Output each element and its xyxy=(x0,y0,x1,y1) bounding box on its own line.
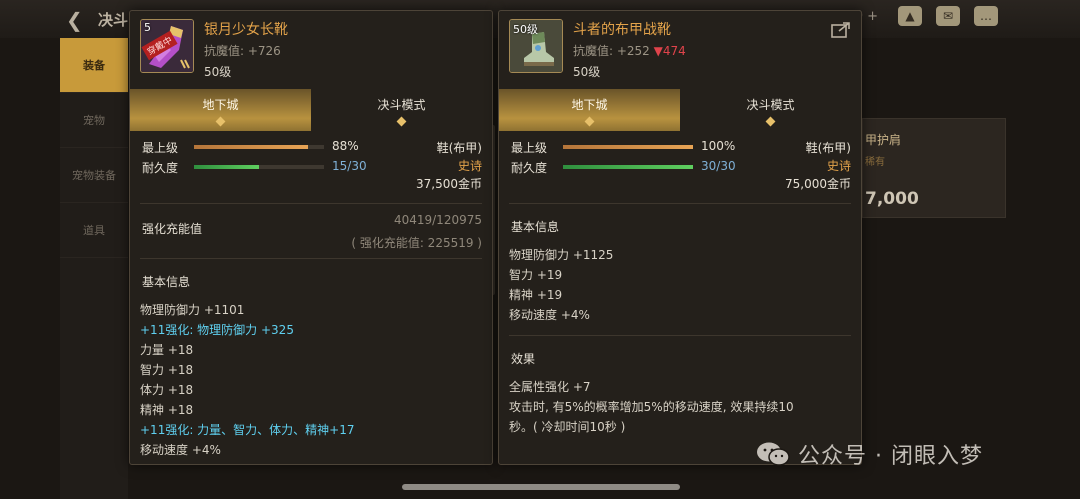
tab-duel-label: 决斗模式 xyxy=(746,98,795,112)
basic-info-list: 物理防御力 +1125 智力 +19 精神 +19 移动速度 +4% xyxy=(499,241,861,325)
max-level-label: 最上级 xyxy=(511,141,548,155)
stat-line: 力量 +18 xyxy=(140,343,194,357)
effect-line: 攻击时, 有5%的概率增加5%的移动速度, 效果持续10 xyxy=(509,400,794,414)
max-level-bar-fill xyxy=(194,145,309,149)
stat-line: 移动速度 +4% xyxy=(509,308,590,322)
diamond-icon xyxy=(765,116,775,127)
max-level-value: 88% xyxy=(332,139,359,153)
share-icon[interactable] xyxy=(831,21,851,43)
gift-icon[interactable]: ▲ xyxy=(898,6,922,26)
item-magic-resist-diff: ▼474 xyxy=(653,44,686,58)
tab-duel[interactable]: 决斗模式 xyxy=(680,89,861,131)
item-icon-level: 50级 xyxy=(513,23,538,36)
tab-duel-label: 决斗模式 xyxy=(377,98,426,112)
item-name: 银月少女长靴 xyxy=(204,22,288,38)
item-stats: 最上级 100% 耐久度 30/30 鞋(布甲) 史诗 75,000金币 xyxy=(499,131,861,203)
item-magic-resist-value: 抗魔值: +252 xyxy=(573,44,650,58)
stat-line: 智力 +19 xyxy=(509,268,563,282)
max-level-bar xyxy=(194,145,324,149)
durability-label: 耐久度 xyxy=(142,161,179,175)
basic-info-list: 物理防御力 +1101 +11强化: 物理防御力 +325 力量 +18 智力 +18… xyxy=(130,296,492,460)
sidebar-item-pet-equipment[interactable]: 宠物装备 xyxy=(60,148,128,203)
item-header: 5 穿戴中 银月少女长靴 抗魔值: +726 50级 xyxy=(130,11,492,89)
item-name: 斗者的布甲战靴 xyxy=(573,22,671,38)
basic-info-title: 基本信息 xyxy=(142,275,191,289)
stat-line: 智力 +18 xyxy=(140,363,194,377)
stat-line: 体力 +18 xyxy=(140,383,194,397)
durability-value: 30/30 xyxy=(701,159,736,173)
item-icon-level: 5 xyxy=(144,21,151,34)
item-header: 50级 斗者的布甲战靴 抗魔值: +252 ▼474 50级 xyxy=(499,11,861,89)
item-type: 鞋(布甲) xyxy=(805,141,851,155)
tab-dungeon[interactable]: 地下城 xyxy=(130,89,311,131)
effect-list: 全属性强化 +7 攻击时, 有5%的概率增加5%的移动速度, 效果持续10 秒。( … xyxy=(499,373,861,437)
durability-value: 15/30 xyxy=(332,159,367,173)
max-level-value: 100% xyxy=(701,139,736,153)
durability-label: 耐久度 xyxy=(511,161,548,175)
enhance-charge-total: ( 强化充能值: 225519 ) xyxy=(351,236,482,250)
background-item-rarity: 稀有 xyxy=(865,157,885,168)
mode-tabs: 地下城 决斗模式 xyxy=(499,89,861,131)
durability-bar-fill xyxy=(194,165,259,169)
stat-line: 精神 +19 xyxy=(509,288,563,302)
max-level-label: 最上级 xyxy=(142,141,179,155)
wechat-icon xyxy=(757,442,790,466)
item-price: 75,000金币 xyxy=(785,177,851,191)
mail-icon[interactable]: ✉ xyxy=(936,6,960,26)
background-item-name: 甲护肩 xyxy=(865,133,902,147)
background-item-card[interactable]: 甲护肩 稀有 7,000 xyxy=(862,118,1006,218)
sidebar-item-items[interactable]: 道具 xyxy=(60,203,128,258)
stat-line: 物理防御力 +1125 xyxy=(509,248,614,262)
stat-line: 物理防御力 +1101 xyxy=(140,303,245,317)
compared-item-tooltip: 50级 斗者的布甲战靴 抗魔值: +252 ▼474 50级 地下城 决斗模式 … xyxy=(498,10,862,465)
diamond-icon xyxy=(396,116,406,127)
mode-tabs: 地下城 决斗模式 xyxy=(130,89,492,131)
watermark: 公众号 · 闭眼入梦 xyxy=(756,438,983,470)
max-level-bar-fill xyxy=(563,145,693,149)
effect-line: 秒。( 冷却时间10秒 ) xyxy=(509,420,626,434)
item-price: 37,500金币 xyxy=(416,177,482,191)
diamond-icon xyxy=(584,116,594,127)
tab-dungeon-label: 地下城 xyxy=(571,98,608,112)
watermark-text: 公众号 · 闭眼入梦 xyxy=(798,444,983,469)
stat-line: 精神 +18 xyxy=(140,403,194,417)
background-title: 决斗 xyxy=(98,11,129,29)
item-magic-resist: 抗魔值: +726 xyxy=(204,44,281,58)
sidebar-item-equipment[interactable]: 装备 xyxy=(60,38,128,93)
item-rarity: 史诗 xyxy=(826,159,851,173)
item-stats: 最上级 88% 耐久度 15/30 鞋(布甲) 史诗 37,500金币 xyxy=(130,131,492,203)
background-top-right: 80 + ▲ ✉ … xyxy=(846,6,998,26)
chat-icon[interactable]: … xyxy=(974,6,998,26)
item-level: 50级 xyxy=(573,65,601,79)
stat-line: +11强化: 力量、智力、体力、精神+17 xyxy=(140,423,355,437)
equipped-item-tooltip: 5 穿戴中 银月少女长靴 抗魔值: +726 50级 地下城 决斗模式 最上级 … xyxy=(129,10,493,465)
basic-info-title: 基本信息 xyxy=(511,220,560,234)
home-indicator[interactable] xyxy=(402,484,680,490)
item-rarity: 史诗 xyxy=(457,159,482,173)
boots-icon: 50级 xyxy=(509,19,563,73)
enhance-charge-label: 强化充能值 xyxy=(142,222,203,236)
durability-bar xyxy=(563,165,693,169)
durability-bar xyxy=(194,165,324,169)
effect-line: 全属性强化 +7 xyxy=(509,380,591,394)
stat-line: 移动速度 +4% xyxy=(140,443,221,457)
tab-duel[interactable]: 决斗模式 xyxy=(311,89,492,131)
tab-dungeon[interactable]: 地下城 xyxy=(499,89,680,131)
diamond-icon xyxy=(215,116,225,127)
effect-title: 效果 xyxy=(511,352,536,366)
boots-icon: 5 穿戴中 xyxy=(140,19,194,73)
item-type: 鞋(布甲) xyxy=(436,141,482,155)
background-item-price: 7,000 xyxy=(865,189,919,209)
durability-bar-fill xyxy=(563,165,693,169)
sidebar-item-pet[interactable]: 宠物 xyxy=(60,93,128,148)
item-magic-resist: 抗魔值: +252 ▼474 xyxy=(573,42,686,59)
stat-line: +11强化: 物理防御力 +325 xyxy=(140,323,294,337)
background-sidebar: 装备 宠物 宠物装备 道具 xyxy=(60,38,128,499)
max-level-bar xyxy=(563,145,693,149)
item-level: 50级 xyxy=(204,65,232,79)
tab-dungeon-label: 地下城 xyxy=(202,98,239,112)
enhance-charge-value: 40419/120975 xyxy=(393,213,482,227)
enhance-charge: 强化充能值 40419/120975 ( 强化充能值: 225519 ) xyxy=(130,204,492,258)
back-arrow-icon[interactable]: ❮ xyxy=(66,8,83,32)
